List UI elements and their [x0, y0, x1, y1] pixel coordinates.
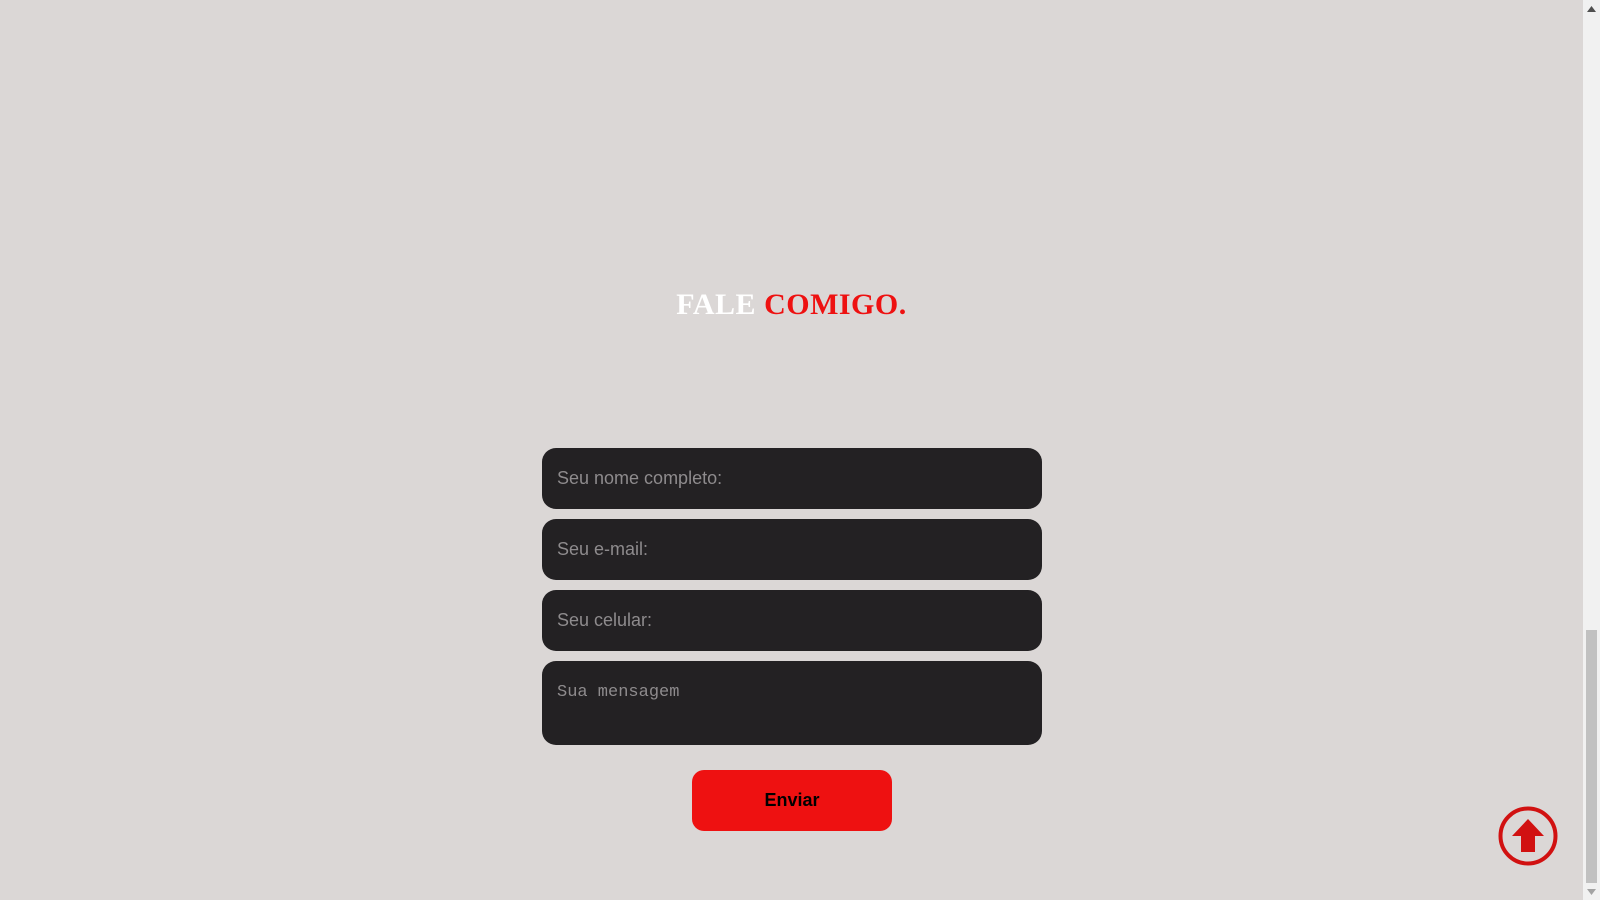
name-field-placeholder: Seu nome completo: — [557, 468, 723, 488]
scroll-down-arrow-icon[interactable] — [1583, 883, 1600, 900]
phone-field[interactable]: Seu celular: — [542, 590, 1042, 651]
message-textarea-placeholder: Sua mensagem — [557, 683, 680, 702]
email-field[interactable]: Seu e-mail: — [542, 519, 1042, 580]
arrow-up-circle-icon — [1498, 806, 1558, 866]
title-word-white: FALE — [676, 288, 757, 321]
contact-section: FALE COMIGO. Seu nome completo: Seu e-ma… — [0, 0, 1583, 900]
message-textarea[interactable]: Sua mensagem — [542, 661, 1042, 745]
email-field-placeholder: Seu e-mail: — [557, 539, 649, 559]
name-field[interactable]: Seu nome completo: — [542, 448, 1042, 509]
contact-page: FALE COMIGO. Seu nome completo: Seu e-ma… — [0, 0, 1600, 900]
scrollbar-thumb[interactable] — [1586, 630, 1597, 883]
back-to-top-button[interactable] — [1498, 806, 1558, 866]
page-title: FALE COMIGO. — [0, 287, 1583, 323]
title-word-red: COMIGO. — [764, 288, 907, 321]
submit-button[interactable]: Enviar — [692, 770, 892, 831]
phone-field-placeholder: Seu celular: — [557, 610, 653, 630]
submit-button-label: Enviar — [764, 790, 820, 810]
vertical-scrollbar[interactable] — [1583, 0, 1600, 900]
scroll-up-arrow-icon[interactable] — [1583, 0, 1600, 17]
